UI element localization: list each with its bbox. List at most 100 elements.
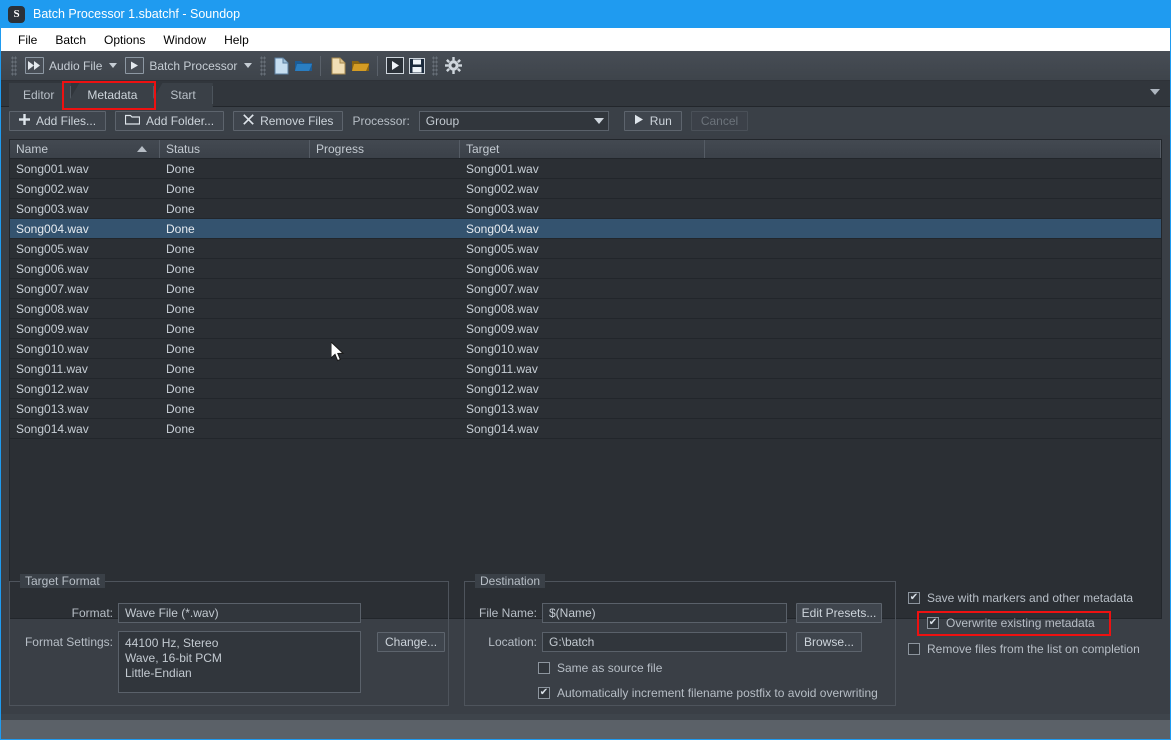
cell-name: Song001.wav bbox=[16, 161, 89, 176]
overwrite-metadata-checkbox[interactable]: Overwrite existing metadata bbox=[927, 616, 1095, 630]
checkbox-checked-icon bbox=[538, 687, 550, 699]
table-row[interactable]: Song010.wav Done Song010.wav bbox=[10, 339, 1161, 359]
menu-help[interactable]: Help bbox=[215, 31, 258, 49]
same-as-source-label: Same as source file bbox=[557, 661, 663, 675]
save-icon[interactable] bbox=[406, 55, 428, 77]
add-folder-label: Add Folder... bbox=[146, 114, 215, 128]
open-file-icon[interactable] bbox=[292, 55, 314, 77]
cell-status: Done bbox=[166, 201, 195, 216]
tab-editor[interactable]: Editor bbox=[9, 83, 72, 107]
table-row[interactable]: Song003.wav Done Song003.wav bbox=[10, 199, 1161, 219]
format-value: Wave File (*.wav) bbox=[125, 606, 219, 620]
table-row[interactable]: Song002.wav Done Song002.wav bbox=[10, 179, 1161, 199]
new-batch-icon[interactable] bbox=[327, 55, 349, 77]
tab-metadata[interactable]: Metadata bbox=[65, 83, 155, 107]
column-header-progress[interactable]: Progress bbox=[310, 140, 460, 158]
cell-target: Song001.wav bbox=[466, 161, 539, 176]
save-with-markers-label: Save with markers and other metadata bbox=[927, 591, 1134, 605]
cell-status: Done bbox=[166, 181, 195, 196]
processor-select[interactable]: Group bbox=[418, 111, 609, 131]
cell-status: Done bbox=[166, 341, 195, 356]
batch-action-bar: Add Files... Add Folder... Remove Files … bbox=[1, 107, 1170, 135]
cell-target: Song004.wav bbox=[466, 221, 539, 236]
table-row[interactable]: Song008.wav Done Song008.wav bbox=[10, 299, 1161, 319]
edit-presets-button[interactable]: Edit Presets... bbox=[796, 603, 882, 623]
cell-target: Song014.wav bbox=[466, 421, 539, 436]
table-row[interactable]: Song007.wav Done Song007.wav bbox=[10, 279, 1161, 299]
table-row[interactable]: Song009.wav Done Song009.wav bbox=[10, 319, 1161, 339]
change-format-button[interactable]: Change... bbox=[377, 632, 445, 652]
table-row[interactable]: Song011.wav Done Song011.wav bbox=[10, 359, 1161, 379]
browse-button[interactable]: Browse... bbox=[796, 632, 862, 652]
add-files-button[interactable]: Add Files... bbox=[9, 111, 107, 131]
status-bar bbox=[1, 714, 1170, 739]
tab-start-label: Start bbox=[170, 88, 196, 102]
chevron-down-icon bbox=[593, 118, 604, 124]
auto-increment-checkbox[interactable]: Automatically increment filename postfix… bbox=[538, 686, 878, 700]
table-row[interactable]: Song012.wav Done Song012.wav bbox=[10, 379, 1161, 399]
workspace-combo[interactable]: Batch Processor bbox=[121, 55, 256, 76]
settings-gear-icon[interactable] bbox=[442, 55, 464, 77]
cell-target: Song002.wav bbox=[466, 181, 539, 196]
change-format-label: Change... bbox=[384, 635, 438, 649]
checkbox-box-icon bbox=[908, 643, 920, 655]
chevron-down-icon[interactable] bbox=[1150, 89, 1160, 95]
cell-name: Song006.wav bbox=[16, 261, 89, 276]
cell-name: Song007.wav bbox=[16, 281, 89, 296]
target-format-title: Target Format bbox=[20, 574, 105, 588]
run-batch-icon[interactable] bbox=[384, 55, 406, 77]
add-folder-button[interactable]: Add Folder... bbox=[115, 111, 225, 131]
cell-name: Song003.wav bbox=[16, 201, 89, 216]
save-with-markers-checkbox[interactable]: Save with markers and other metadata bbox=[908, 591, 1133, 605]
table-row[interactable]: Song004.wav Done Song004.wav bbox=[10, 219, 1161, 239]
cell-name: Song012.wav bbox=[16, 381, 89, 396]
cell-status: Done bbox=[166, 161, 195, 176]
format-select[interactable]: Wave File (*.wav) bbox=[118, 603, 361, 623]
toolbar-grip-icon[interactable] bbox=[11, 55, 17, 76]
cell-target: Song007.wav bbox=[466, 281, 539, 296]
menu-batch[interactable]: Batch bbox=[46, 31, 95, 49]
column-header-name[interactable]: Name bbox=[10, 140, 160, 158]
workspace-label: Batch Processor bbox=[149, 58, 238, 73]
tab-start[interactable]: Start bbox=[148, 83, 213, 107]
audio-file-mode-combo[interactable]: Audio File bbox=[21, 55, 121, 76]
menu-window[interactable]: Window bbox=[154, 31, 215, 49]
toolbar-grip-icon-2[interactable] bbox=[260, 55, 267, 76]
remove-on-completion-checkbox[interactable]: Remove files from the list on completion bbox=[908, 642, 1140, 656]
tab-list: Editor Metadata Start bbox=[9, 81, 213, 107]
open-batch-icon[interactable] bbox=[349, 55, 371, 77]
table-row[interactable]: Song014.wav Done Song014.wav bbox=[10, 419, 1161, 439]
column-header-target[interactable]: Target bbox=[460, 140, 705, 158]
location-input[interactable]: G:\batch bbox=[542, 632, 787, 652]
cell-target: Song003.wav bbox=[466, 201, 539, 216]
menu-bar: File Batch Options Window Help bbox=[1, 28, 1170, 51]
fast-forward-icon bbox=[25, 57, 44, 74]
cell-status: Done bbox=[166, 321, 195, 336]
column-header-status[interactable]: Status bbox=[160, 140, 310, 158]
status-bar-strip bbox=[1, 715, 1170, 720]
menu-file[interactable]: File bbox=[9, 31, 46, 49]
title-bar: S Batch Processor 1.sbatchf - Soundop bbox=[0, 0, 1171, 28]
table-row[interactable]: Song001.wav Done Song001.wav bbox=[10, 159, 1161, 179]
format-settings-readout: 44100 Hz, Stereo Wave, 16-bit PCM Little… bbox=[118, 631, 361, 693]
auto-increment-label: Automatically increment filename postfix… bbox=[557, 686, 878, 700]
new-file-icon[interactable] bbox=[270, 55, 292, 77]
column-header-spacer bbox=[705, 140, 1161, 158]
file-list-panel[interactable]: Name Status Progress Target Song001.wav D… bbox=[9, 139, 1162, 619]
cancel-button: Cancel bbox=[690, 111, 749, 131]
table-row[interactable]: Song006.wav Done Song006.wav bbox=[10, 259, 1161, 279]
toolbar-grip-icon-3[interactable] bbox=[432, 55, 439, 76]
run-button[interactable]: Run bbox=[623, 111, 682, 131]
cell-status: Done bbox=[166, 401, 195, 416]
file-name-select[interactable]: $(Name) bbox=[542, 603, 787, 623]
table-row[interactable]: Song005.wav Done Song005.wav bbox=[10, 239, 1161, 259]
same-as-source-checkbox[interactable]: Same as source file bbox=[538, 661, 662, 675]
overwrite-metadata-label: Overwrite existing metadata bbox=[946, 616, 1095, 630]
remove-on-completion-label: Remove files from the list on completion bbox=[927, 642, 1140, 656]
cell-target: Song011.wav bbox=[466, 361, 538, 376]
remove-files-button[interactable]: Remove Files bbox=[233, 111, 344, 131]
table-row[interactable]: Song013.wav Done Song013.wav bbox=[10, 399, 1161, 419]
cell-name: Song009.wav bbox=[16, 321, 89, 336]
toolbar-separator bbox=[320, 55, 322, 76]
menu-options[interactable]: Options bbox=[95, 31, 154, 49]
